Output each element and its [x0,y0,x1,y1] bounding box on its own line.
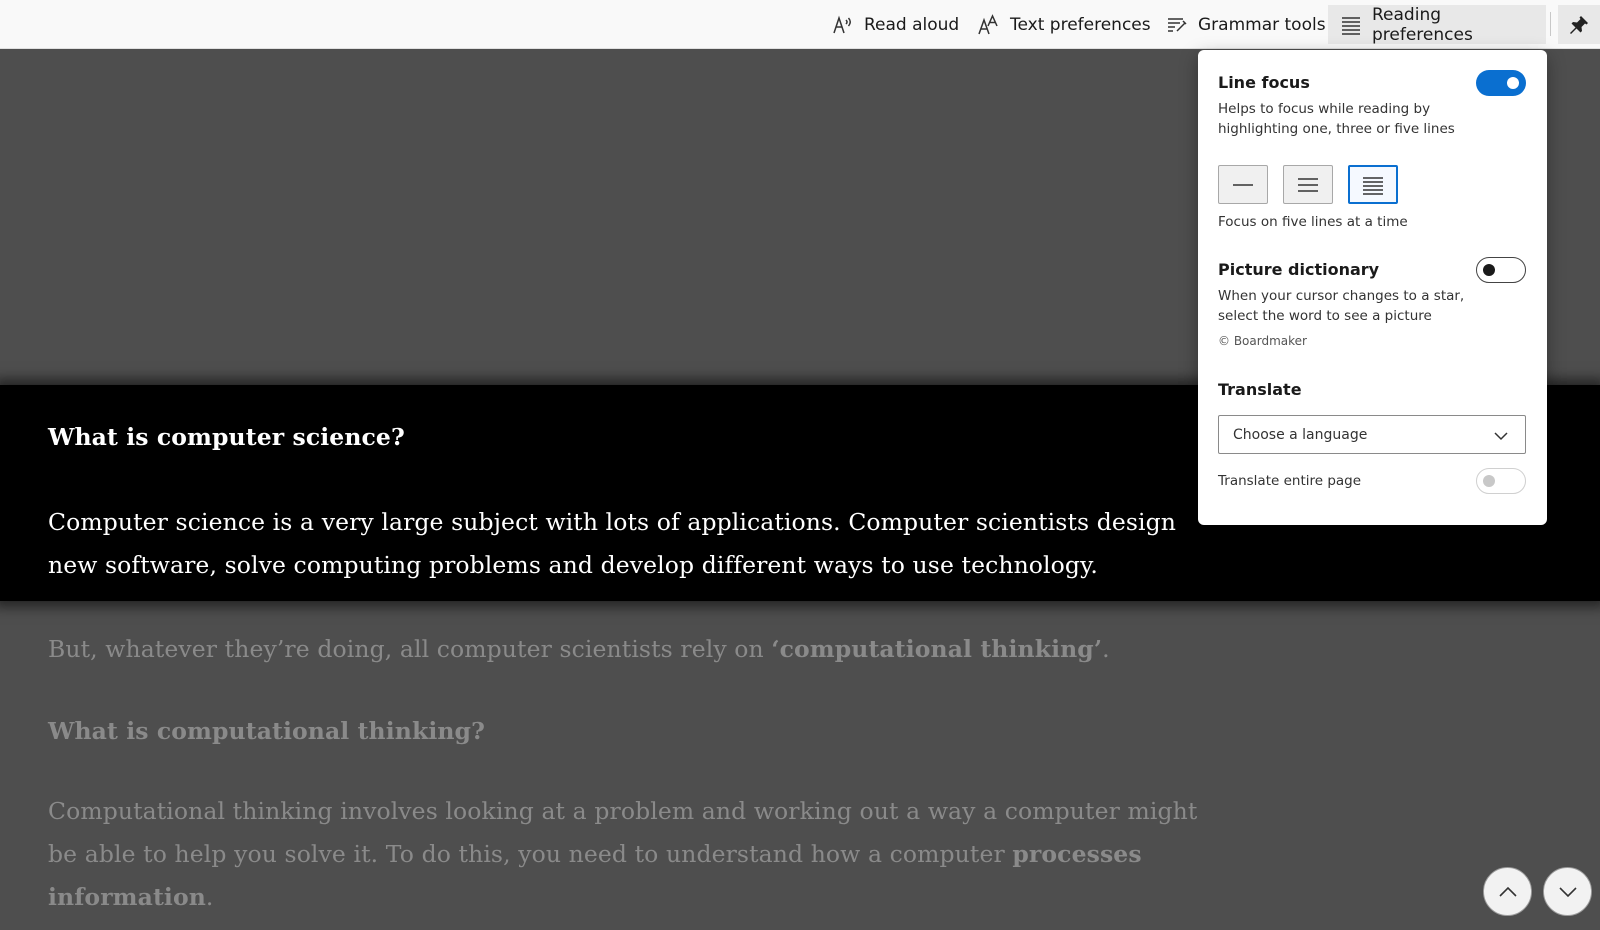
five-lines-icon [1363,176,1383,195]
translate-entire-page-label: Translate entire page [1218,473,1362,489]
heading-what-is-computer-science: What is computer science? [48,423,405,451]
reading-preferences-label: Reading preferences [1372,4,1473,45]
paragraph-line: information. [48,876,1288,919]
line-focus-description: Helps to focus while reading by highligh… [1218,101,1455,137]
translate-title: Translate [1218,380,1302,399]
paragraph-line: new software, solve computing problems a… [48,551,1098,579]
reading-preferences-icon [1342,16,1360,35]
chevron-down-icon [1494,432,1508,441]
next-page-button[interactable] [1543,867,1592,916]
bold-term: ‘computational thinking’ [771,635,1103,663]
reading-preferences-panel: Line focus Helps to focus while reading … [1198,50,1547,525]
line-focus-status: Focus on five lines at a time [1218,214,1408,230]
read-aloud-button[interactable]: Read aloud [820,5,971,44]
chevron-down-icon [1558,886,1577,897]
picture-dictionary-toggle[interactable] [1476,257,1526,283]
one-line-icon [1233,183,1253,186]
text-run: be able to help you solve it. To do this… [48,840,1013,868]
previous-page-button[interactable] [1483,867,1532,916]
picture-dictionary-description: When your cursor changes to a star, sele… [1218,288,1465,324]
chevron-up-icon [1498,886,1517,897]
paragraph-line: Computational thinking involves looking … [48,797,1198,825]
paragraph-line: be able to help you solve it. To do this… [48,833,1288,876]
toolbar-divider [1550,12,1551,36]
line-focus-one-line-button[interactable] [1218,165,1268,204]
line-focus-toggle[interactable] [1476,70,1526,96]
read-aloud-label: Read aloud [864,14,960,35]
language-select-value: Choose a language [1233,426,1368,443]
pin-button[interactable] [1558,5,1600,44]
paragraph-computational-thinking-intro: But, whatever they’re doing, all compute… [48,628,1288,671]
boardmaker-credit: © Boardmaker [1218,334,1307,348]
reading-preferences-button[interactable]: Reading preferences [1328,4,1546,45]
grammar-tools-label: Grammar tools [1198,14,1326,35]
line-focus-title: Line focus [1218,73,1310,92]
grammar-tools-icon [1168,17,1187,32]
pin-icon [1570,15,1588,34]
bold-term: processes [1012,840,1142,868]
text-run: . [1102,635,1110,663]
line-focus-five-lines-button[interactable] [1348,165,1398,204]
paragraph-line: Computer science is a very large subject… [48,508,1177,536]
text-run: . [205,883,214,911]
three-lines-icon [1298,177,1318,192]
text-run: But, whatever they’re doing, all compute… [48,635,772,663]
grammar-tools-button[interactable]: Grammar tools [1154,5,1338,44]
read-aloud-icon [833,15,851,33]
bold-term: information [48,883,206,911]
picture-dictionary-title: Picture dictionary [1218,260,1380,279]
line-focus-three-lines-button[interactable] [1283,165,1333,204]
text-preferences-button[interactable]: Text preferences [966,5,1163,44]
language-select[interactable]: Choose a language [1218,415,1526,454]
text-preferences-label: Text preferences [1010,14,1151,35]
translate-entire-page-toggle[interactable] [1476,468,1526,494]
reader-toolbar: Read aloud Text preferences Grammar tool… [0,0,1600,49]
text-preferences-icon [978,13,998,34]
heading-what-is-computational-thinking: What is computational thinking? [48,717,485,745]
